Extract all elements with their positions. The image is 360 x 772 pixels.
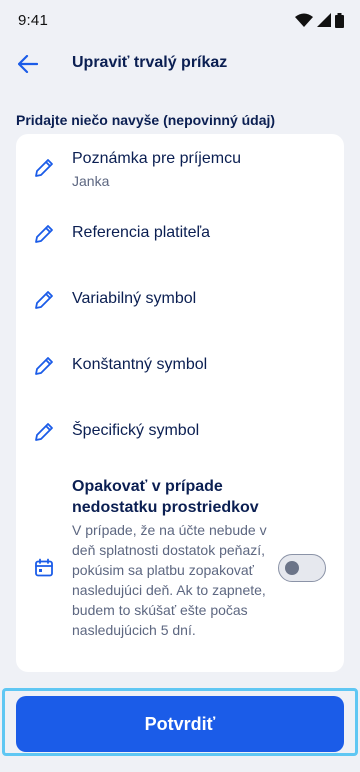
- list-item-title: Poznámka pre príjemcu: [72, 150, 241, 167]
- pencil-icon: [32, 420, 56, 444]
- pencil-icon: [32, 354, 56, 378]
- pencil-icon: [32, 288, 56, 312]
- status-icons: [295, 12, 344, 28]
- section-label: Pridajte niečo navyše (nepovinný údaj): [16, 112, 276, 128]
- repeat-title: Opakovať v prípade nedostatku prostriedk…: [72, 478, 259, 516]
- calendar-icon: [32, 556, 56, 580]
- signal-icon: [317, 13, 331, 27]
- arrow-left-icon: [18, 55, 38, 73]
- pencil-icon: [32, 156, 56, 180]
- list-item-recipient-note[interactable]: Poznámka pre príjemcu Janka: [16, 148, 344, 204]
- repeat-toggle[interactable]: [278, 554, 326, 582]
- list-item-constant-symbol[interactable]: Konštantný symbol: [16, 354, 344, 378]
- list-item-value: Janka: [72, 173, 110, 189]
- toggle-knob: [285, 561, 299, 575]
- list-item-specific-symbol[interactable]: Špecifický symbol: [16, 420, 344, 444]
- wifi-icon: [295, 13, 313, 27]
- bottom-strip: [0, 760, 360, 772]
- optional-details-card: Poznámka pre príjemcu Janka Referencia p…: [16, 134, 344, 672]
- list-item-title: Variabilný symbol: [72, 290, 197, 307]
- status-bar: 9:41: [0, 0, 360, 40]
- status-time: 9:41: [18, 11, 48, 29]
- list-item-title: Konštantný symbol: [72, 356, 208, 373]
- confirm-button[interactable]: Potvrdiť: [16, 696, 344, 752]
- app-bar: Upraviť trvalý príkaz: [0, 40, 360, 88]
- page-title: Upraviť trvalý príkaz: [72, 54, 228, 71]
- repeat-description: V prípade, že na účte nebude v deň splat…: [72, 522, 267, 638]
- pencil-icon: [32, 222, 56, 246]
- list-item-payer-reference[interactable]: Referencia platiteľa: [16, 222, 344, 246]
- battery-icon: [335, 12, 344, 28]
- back-button[interactable]: [12, 48, 44, 80]
- list-item-title: Špecifický symbol: [72, 422, 200, 439]
- list-item-title: Referencia platiteľa: [72, 224, 211, 241]
- list-item-variable-symbol[interactable]: Variabilný symbol: [16, 288, 344, 312]
